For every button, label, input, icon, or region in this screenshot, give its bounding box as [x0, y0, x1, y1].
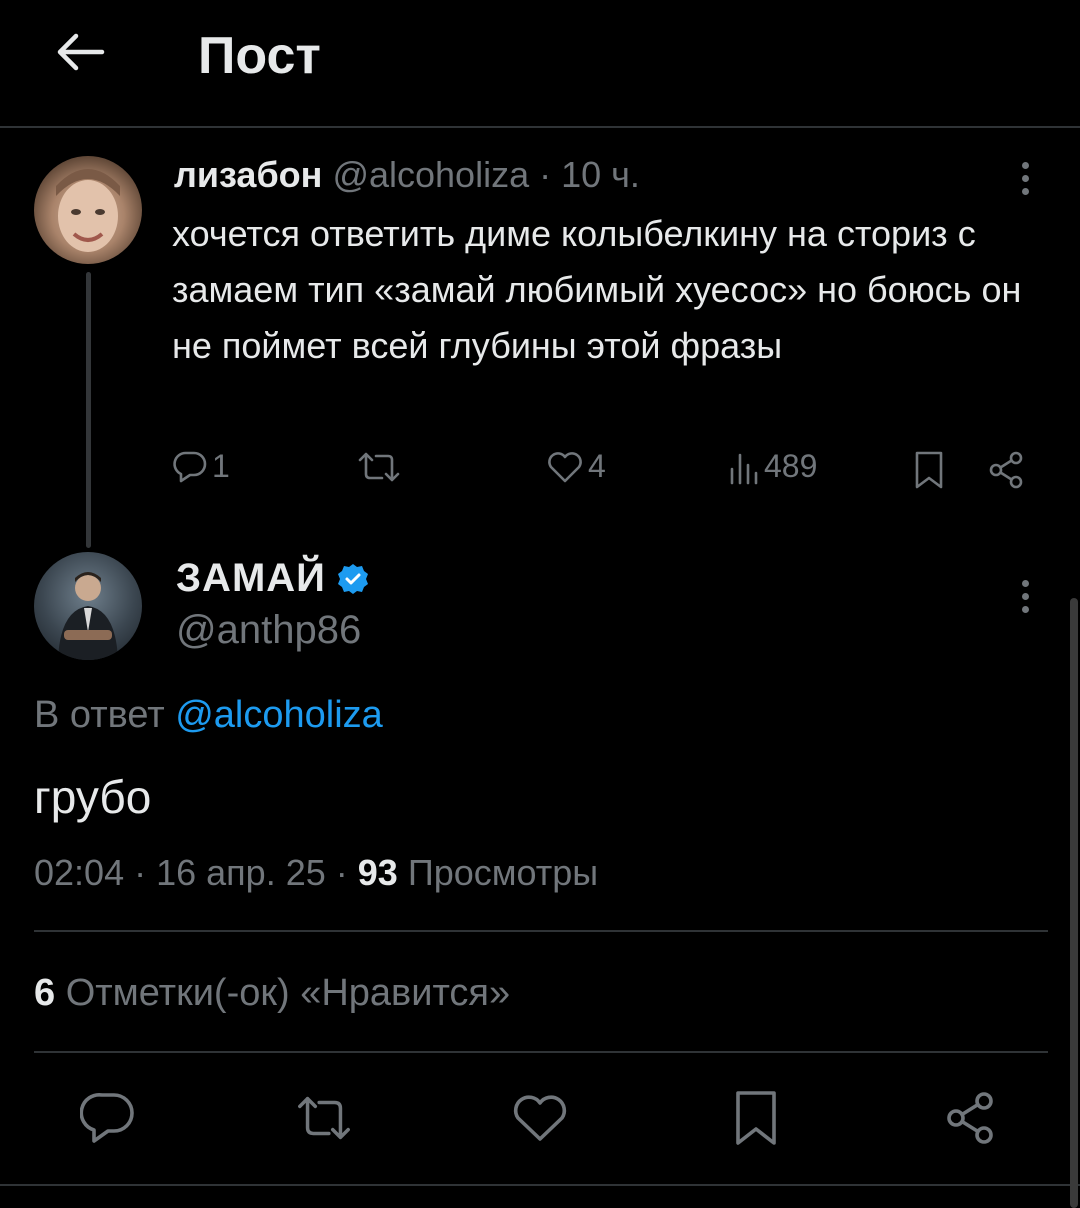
share-button[interactable]	[986, 450, 1026, 490]
tweet-meta: 02:04 · 16 апр. 25 · 93 Просмотры	[34, 852, 599, 893]
reply-count: 1	[212, 448, 230, 484]
likes-label: Отметки(-ок) «Нравится»	[65, 972, 511, 1014]
tweet-date[interactable]: 16 апр. 25	[156, 852, 326, 893]
share-icon	[947, 1092, 993, 1144]
reply-button[interactable]	[78, 1088, 138, 1148]
avatar[interactable]	[34, 552, 142, 660]
author-name-row: ЗАМАЙ	[176, 556, 370, 601]
tweet-text: хочется ответить диме колыбелкину на сто…	[172, 213, 1022, 366]
heart-icon	[513, 1095, 567, 1141]
likes-summary[interactable]: 6 Отметки(-ок) «Нравится»	[34, 972, 510, 1015]
likes-count: 6	[34, 972, 56, 1014]
header-divider	[0, 126, 1080, 128]
comment-icon	[173, 451, 207, 482]
avatar[interactable]	[34, 156, 142, 264]
arrow-left-icon	[57, 33, 105, 71]
bookmark-button[interactable]	[912, 450, 946, 490]
bookmark-icon	[915, 451, 943, 489]
views-count: 93	[357, 852, 398, 893]
author-name[interactable]: лизабон	[174, 154, 322, 195]
views-button[interactable]: 489	[728, 448, 817, 485]
views-label: Просмотры	[407, 852, 599, 893]
back-button[interactable]	[50, 22, 110, 82]
repost-button[interactable]	[356, 450, 402, 484]
more-options-icon[interactable]	[1010, 576, 1040, 616]
repost-icon	[298, 1096, 350, 1140]
repost-icon	[358, 452, 400, 482]
author-name[interactable]: ЗАМАЙ	[176, 556, 326, 601]
tweet-time[interactable]: 02:04	[34, 852, 124, 893]
avatar-person-image	[58, 572, 118, 660]
author-handle[interactable]: @anthp86	[176, 608, 361, 653]
divider	[0, 1184, 1080, 1186]
divider	[34, 1051, 1048, 1053]
reply-context: В ответ @alcoholiza	[34, 694, 383, 737]
more-options-icon[interactable]	[1010, 158, 1040, 198]
reply-button[interactable]: 1	[172, 448, 230, 485]
divider	[34, 930, 1048, 932]
share-button[interactable]	[940, 1088, 1000, 1148]
author-handle[interactable]: @alcoholiza	[332, 154, 529, 195]
page-title: Пост	[198, 27, 321, 85]
scrollbar[interactable]	[1070, 598, 1078, 1208]
comment-icon	[80, 1093, 134, 1143]
repost-button[interactable]	[294, 1088, 354, 1148]
views-count: 489	[764, 448, 818, 484]
bookmark-icon	[736, 1091, 776, 1145]
reply-handle-link[interactable]: @alcoholiza	[175, 694, 383, 736]
tweet-time[interactable]: 10 ч.	[561, 154, 640, 195]
avatar-face-image	[56, 169, 120, 252]
bookmark-button[interactable]	[726, 1088, 786, 1148]
analytics-icon	[730, 453, 758, 484]
share-icon	[989, 451, 1023, 489]
verified-badge-icon	[337, 563, 368, 594]
tweet-header: лизабон @alcoholiza · 10 ч.	[174, 154, 640, 196]
like-button[interactable]	[510, 1088, 570, 1148]
like-button[interactable]: 4	[546, 448, 606, 485]
reply-prefix: В ответ	[34, 694, 165, 736]
separator-dot: ·	[539, 154, 552, 195]
top-bar: Пост	[0, 0, 1080, 128]
thread-connector-line	[86, 272, 91, 548]
heart-icon	[548, 451, 582, 482]
tweet-text: грубо	[34, 771, 152, 823]
like-count: 4	[588, 448, 606, 484]
